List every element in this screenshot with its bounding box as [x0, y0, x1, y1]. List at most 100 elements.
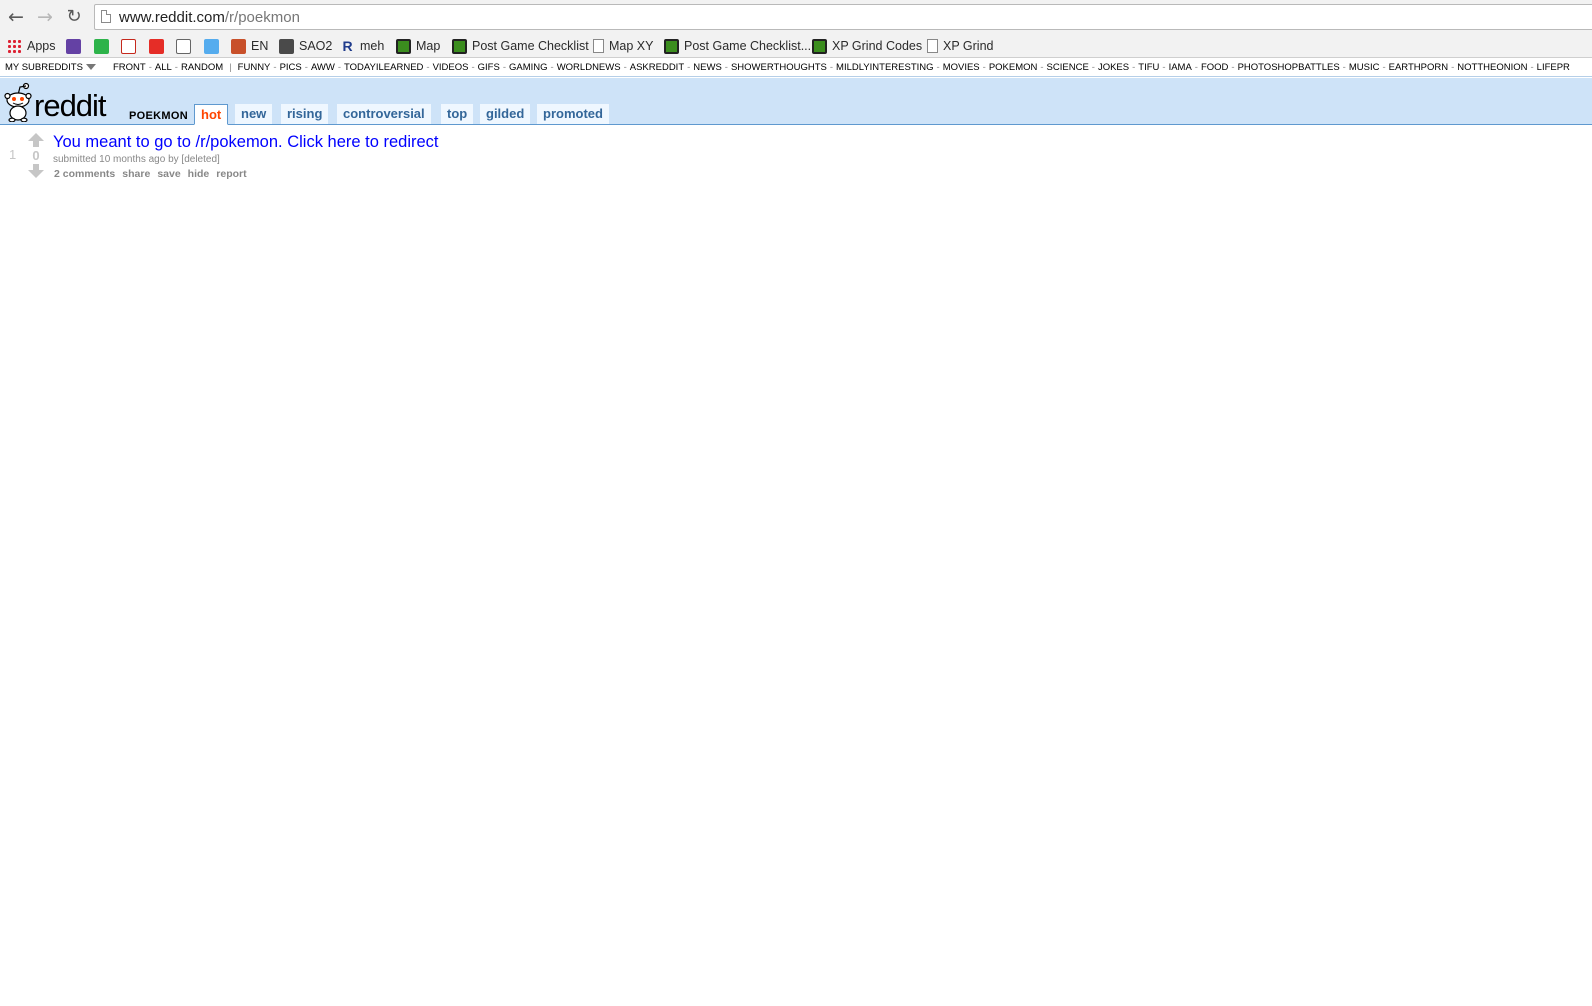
srbar-link-front[interactable]: FRONT — [113, 62, 146, 73]
srbar-link-lifepr[interactable]: LIFEPR — [1537, 62, 1570, 73]
action-hide[interactable]: hide — [188, 168, 210, 180]
bookmark-green-app[interactable] — [94, 37, 114, 55]
bookmark-label: EN — [251, 39, 269, 53]
action-share[interactable]: share — [122, 168, 150, 180]
srbar-link-pics[interactable]: PICS — [280, 62, 302, 73]
srbar-link-photoshopbattles[interactable]: PHOTOSHOPBATTLES — [1238, 62, 1340, 73]
orange-site-icon — [231, 38, 246, 54]
srbar-link-earthporn[interactable]: EARTHPORN — [1389, 62, 1448, 73]
separator: - — [502, 62, 506, 73]
bookmark-twitter[interactable] — [204, 37, 224, 55]
separator: - — [174, 62, 178, 73]
separator: - — [1530, 62, 1534, 73]
bookmark-sao2[interactable]: SAO2 — [279, 37, 332, 55]
bookmark-apps[interactable]: Apps — [7, 37, 56, 55]
post-rank: 1 — [9, 147, 17, 162]
forward-arrow-icon[interactable]: → — [34, 6, 56, 28]
separator: - — [623, 62, 627, 73]
page-icon — [927, 39, 938, 53]
separator: - — [936, 62, 940, 73]
srbar-link-gifs[interactable]: GIFS — [478, 62, 500, 73]
action-2-comments[interactable]: 2 comments — [54, 168, 115, 180]
srbar-link-nottheonion[interactable]: NOTTHEONION — [1457, 62, 1527, 73]
post-title-link[interactable]: You meant to go to /r/pokemon. Click her… — [53, 133, 439, 152]
srbar-link-askreddit[interactable]: ASKREDDIT — [630, 62, 684, 73]
bookmark-gmail[interactable] — [121, 37, 141, 55]
subreddit-name[interactable]: POEKMON — [129, 110, 188, 122]
tab-rising[interactable]: rising — [281, 104, 329, 124]
srbar-link-worldnews[interactable]: WORLDNEWS — [557, 62, 621, 73]
bookmark-post-game-checklist[interactable]: Post Game Checklist... — [664, 37, 811, 55]
separator: - — [1040, 62, 1044, 73]
bookmark-youtube[interactable] — [149, 37, 169, 55]
reload-icon[interactable]: ↻ — [63, 6, 85, 28]
tab-new[interactable]: new — [235, 104, 273, 124]
bookmark-post-game-checklist[interactable]: Post Game Checklist — [452, 37, 589, 55]
bookmark-map[interactable]: Map — [396, 37, 440, 55]
srbar-link-mildlyinteresting[interactable]: MILDLYINTERESTING — [836, 62, 933, 73]
bookmark-xp-grind-codes[interactable]: XP Grind Codes — [812, 37, 922, 55]
tab-promoted[interactable]: promoted — [537, 104, 609, 124]
separator: - — [1091, 62, 1095, 73]
bookmarks-bar: Apps EN SAO2 Rmeh Map Post Game Checklist Map … — [0, 34, 1592, 58]
srbar-link-all[interactable]: ALL — [155, 62, 172, 73]
separator: - — [687, 62, 691, 73]
globe-icon — [452, 38, 467, 54]
bookmark-map-xy[interactable]: Map XY — [593, 37, 653, 55]
srbar-link-news[interactable]: NEWS — [693, 62, 722, 73]
bookmark-reddit[interactable] — [176, 37, 196, 55]
sao-icon — [279, 38, 294, 54]
separator: - — [148, 62, 152, 73]
url-text[interactable]: www.reddit.com/r/poekmon — [119, 9, 300, 26]
r-icon: R — [342, 37, 353, 54]
srbar-link-movies[interactable]: MOVIES — [943, 62, 980, 73]
srbar-link-jokes[interactable]: JOKES — [1098, 62, 1129, 73]
subreddit-bar: MY SUBREDDITS FRONT - ALL - RANDOM | FUNNY - PIC… — [0, 59, 1592, 77]
post-tagline: submitted 10 months ago by [deleted] — [53, 154, 220, 165]
srbar-link-random[interactable]: RANDOM — [181, 62, 223, 73]
srbar-link-showerthoughts[interactable]: SHOWERTHOUGHTS — [731, 62, 827, 73]
srbar-link-tifu[interactable]: TIFU — [1138, 62, 1159, 73]
separator: - — [471, 62, 475, 73]
srbar-link-gaming[interactable]: GAMING — [509, 62, 548, 73]
address-bar[interactable]: www.reddit.com/r/poekmon — [94, 4, 1592, 30]
action-report[interactable]: report — [216, 168, 246, 180]
srbar-link-food[interactable]: FOOD — [1201, 62, 1228, 73]
reddit-alien-logo-icon[interactable] — [3, 82, 33, 122]
separator: - — [724, 62, 728, 73]
srbar-link-aww[interactable]: AWW — [311, 62, 335, 73]
separator: - — [426, 62, 430, 73]
page-icon — [101, 10, 111, 23]
bookmark-meh[interactable]: Rmeh — [340, 37, 384, 55]
tab-controversial[interactable]: controversial — [337, 104, 431, 124]
action-save[interactable]: save — [157, 168, 180, 180]
bookmark-twitch[interactable] — [66, 37, 86, 55]
srbar-link-iama[interactable]: IAMA — [1169, 62, 1192, 73]
back-arrow-icon[interactable]: ← — [5, 6, 27, 28]
bookmark-label: Post Game Checklist... — [684, 39, 812, 53]
srbar-link-videos[interactable]: VIDEOS — [433, 62, 469, 73]
post-author: [deleted] — [181, 154, 220, 165]
reddit-wordmark[interactable]: reddit — [34, 88, 107, 124]
globe-icon — [396, 38, 411, 54]
srbar-link-todayilearned[interactable]: TODAYILEARNED — [344, 62, 423, 73]
separator: - — [1162, 62, 1166, 73]
srbar-link-funny[interactable]: FUNNY — [238, 62, 271, 73]
bookmark-xp-grind[interactable]: XP Grind — [927, 37, 994, 55]
separator: - — [1132, 62, 1136, 73]
tab-top[interactable]: top — [441, 104, 474, 124]
upvote-arrow-icon[interactable] — [28, 133, 44, 147]
srbar-link-music[interactable]: MUSIC — [1349, 62, 1380, 73]
downvote-arrow-icon[interactable] — [28, 164, 44, 178]
my-subreddits-dropdown[interactable]: MY SUBREDDITS — [5, 62, 96, 73]
separator: - — [550, 62, 554, 73]
dropdown-arrow-icon — [85, 64, 96, 71]
gmail-icon — [121, 38, 136, 54]
srbar-link-science[interactable]: SCIENCE — [1047, 62, 1089, 73]
bookmark-en[interactable]: EN — [231, 37, 268, 55]
tab-hot[interactable]: hot — [194, 104, 229, 125]
tab-gilded[interactable]: gilded — [480, 104, 531, 124]
srbar-link-pokemon[interactable]: POKEMON — [989, 62, 1038, 73]
bookmark-label: Map XY — [609, 39, 654, 53]
post-score: 0 — [32, 148, 40, 163]
